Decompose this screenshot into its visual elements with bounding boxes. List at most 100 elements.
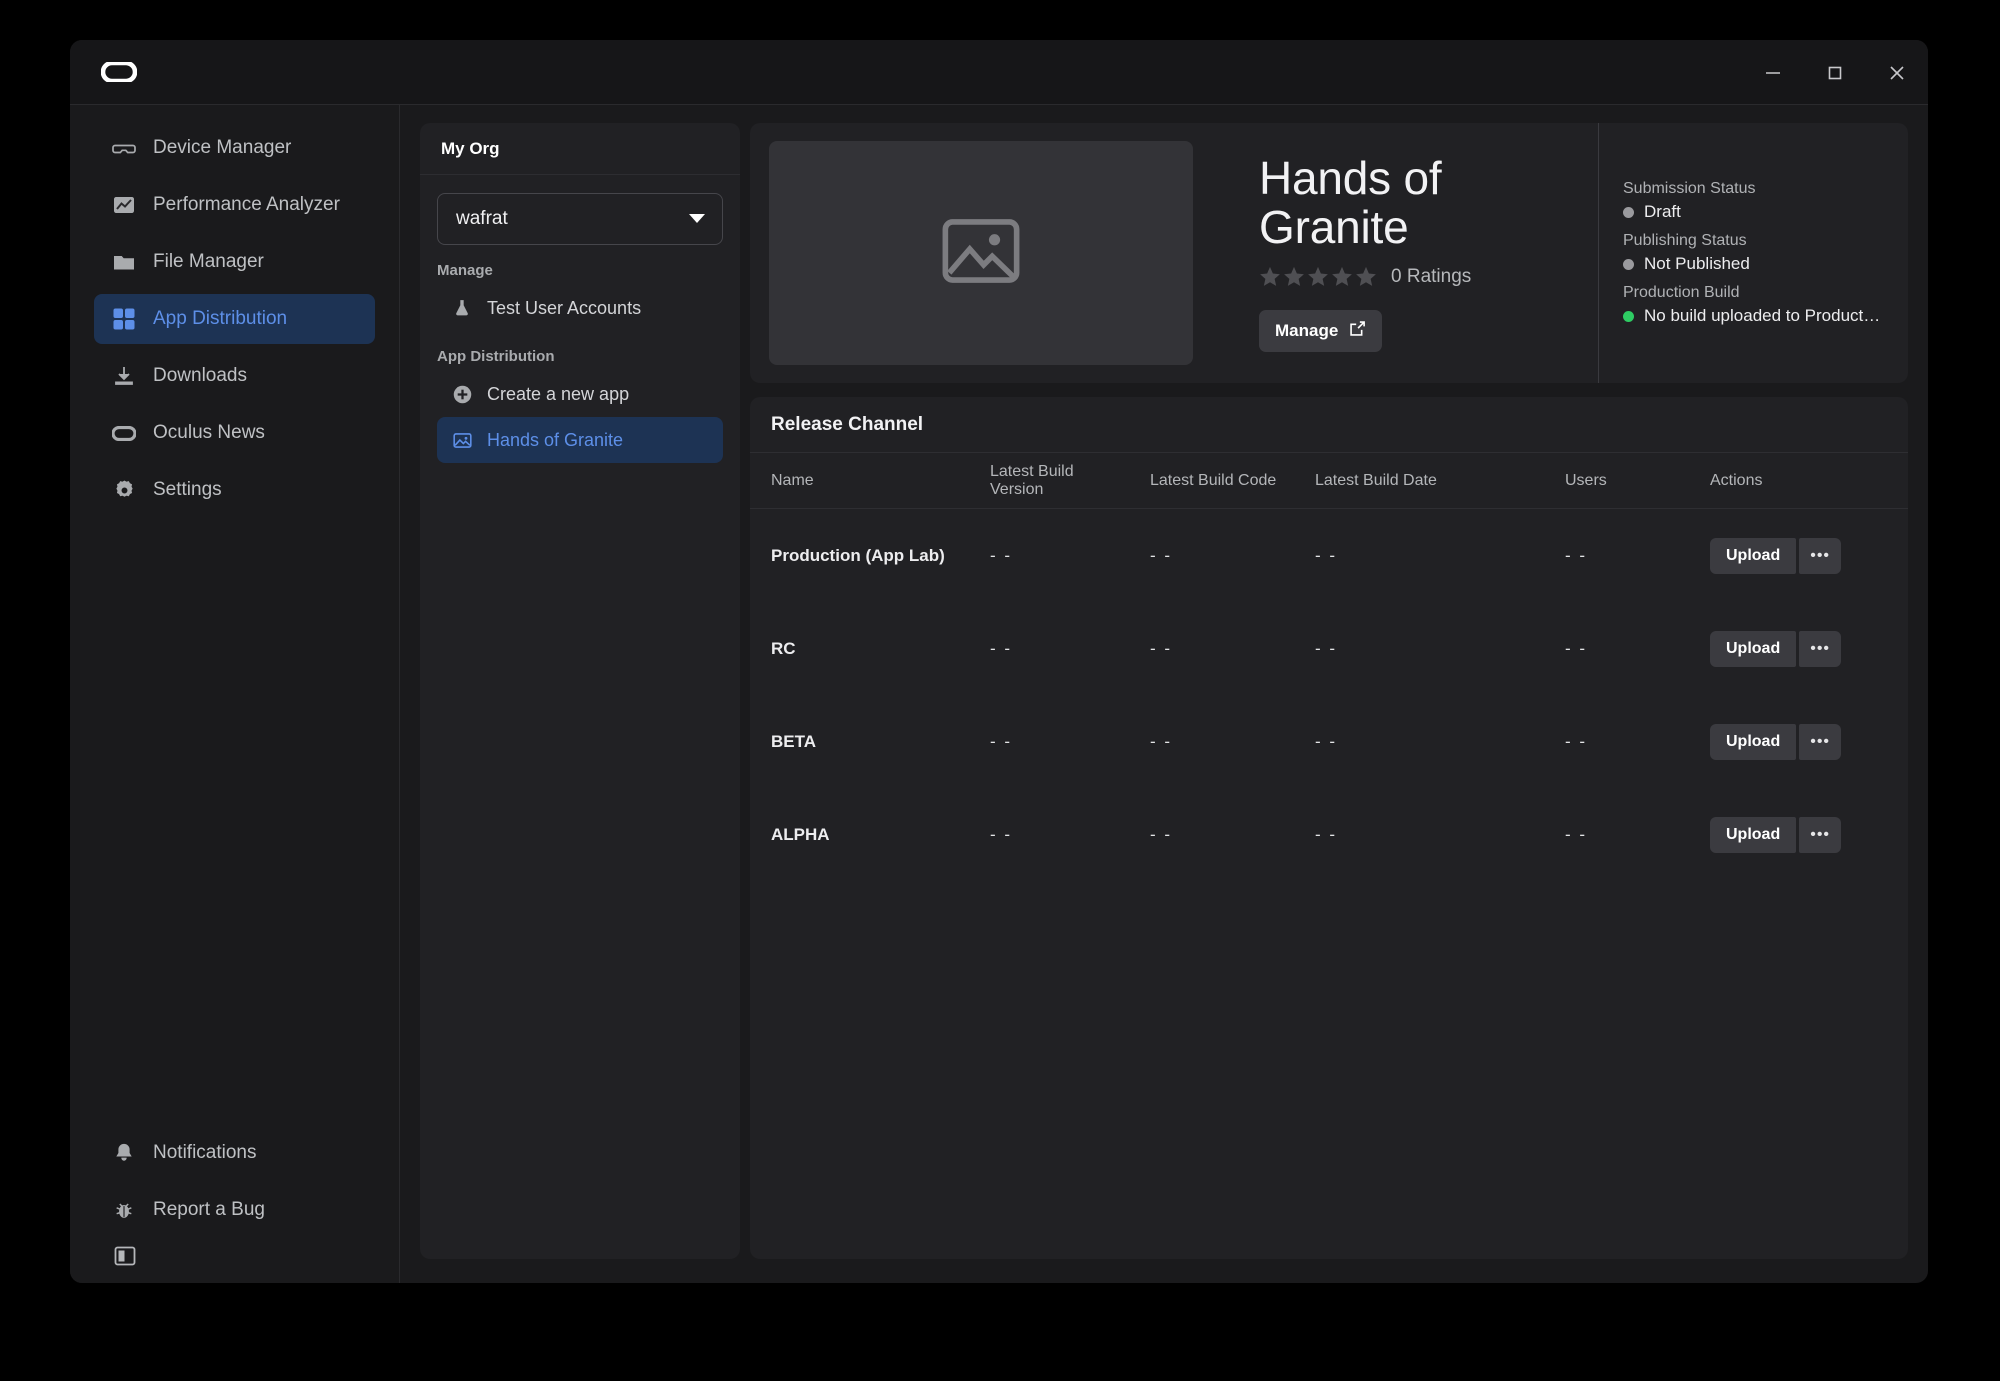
more-options-button[interactable]: ••• [1799, 537, 1842, 574]
upload-button[interactable]: Upload [1710, 630, 1797, 667]
upload-button[interactable]: Upload [1710, 537, 1797, 574]
sidebar-item-oculus-news[interactable]: Oculus News [94, 408, 375, 458]
row-version: - - [990, 731, 1013, 751]
status-text: Draft [1644, 202, 1681, 221]
table-row: RC - - - - - - - - Upload ••• [750, 602, 1908, 695]
status-label: Submission Status [1623, 180, 1756, 197]
sidebar-item-label: Performance Analyzer [153, 194, 340, 215]
sidebar-item-label: Downloads [153, 365, 247, 386]
sidebar-bottom-group: Notifications Report a Bug [70, 1128, 399, 1283]
image-placeholder-icon [941, 218, 1021, 289]
maximize-button[interactable] [1804, 40, 1866, 105]
column-header-version-line1: Latest Build [990, 462, 1074, 480]
column-header-build-date: Latest Build Date [1315, 471, 1437, 489]
org-item-label: Hands of Granite [487, 429, 624, 450]
row-build-code: - - [1150, 638, 1173, 658]
sidebar-item-file-manager[interactable]: File Manager [94, 237, 375, 287]
page-title: Hands of Granite [1259, 152, 1442, 253]
sidebar-item-report-a-bug[interactable]: Report a Bug [94, 1185, 375, 1235]
status-group-production-build: Production Build No build uploaded to Pr… [1623, 284, 1892, 326]
sidebar-item-notifications[interactable]: Notifications [94, 1128, 375, 1178]
row-build-code: - - [1150, 731, 1173, 751]
download-icon [112, 364, 136, 388]
release-channel-title: Release Channel [750, 397, 1908, 453]
title-bar [70, 40, 1928, 105]
grid-icon [112, 307, 136, 331]
row-build-code: - - [1150, 824, 1173, 844]
sidebar-item-label: App Distribution [153, 308, 288, 329]
rating-row: 0 Ratings [1259, 266, 1598, 288]
row-version: - - [990, 824, 1013, 844]
chart-icon [112, 193, 136, 217]
org-item-hands-of-granite[interactable]: Hands of Granite [437, 417, 723, 463]
release-channel-card: Release Channel Name Latest Build Versio… [750, 397, 1908, 1259]
status-badge: Draft [1623, 202, 1892, 222]
close-button[interactable] [1866, 40, 1928, 105]
app-meta: Hands of Granite 0 Ratings Manage [1193, 154, 1598, 352]
oculus-logo [99, 60, 139, 84]
column-header-build-code: Latest Build Code [1150, 471, 1277, 489]
app-thumbnail-placeholder[interactable] [769, 141, 1193, 365]
bell-icon [112, 1141, 136, 1165]
app-header-card: Hands of Granite 0 Ratings Manage Submis… [750, 123, 1908, 383]
sidebar-item-settings[interactable]: Settings [94, 465, 375, 515]
status-text: Not Published [1644, 254, 1750, 273]
upload-button[interactable]: Upload [1710, 816, 1797, 853]
sidebar-item-performance-analyzer[interactable]: Performance Analyzer [94, 180, 375, 230]
more-options-button[interactable]: ••• [1799, 723, 1842, 760]
row-name: ALPHA [771, 824, 830, 844]
manage-button[interactable]: Manage [1259, 309, 1383, 352]
action-button-group: Upload ••• [1710, 723, 1842, 760]
sidebar-item-downloads[interactable]: Downloads [94, 351, 375, 401]
status-dot [1623, 258, 1634, 270]
org-select-value: wafrat [456, 208, 508, 229]
manage-button-label: Manage [1275, 320, 1339, 340]
row-build-date: - - [1315, 638, 1338, 658]
window-body: Device Manager Performance Analyzer File… [70, 105, 1928, 1283]
row-build-date: - - [1315, 731, 1338, 751]
more-options-button[interactable]: ••• [1799, 816, 1842, 853]
row-actions: Upload ••• [1710, 537, 1908, 574]
sidebar-item-label: Oculus News [153, 422, 265, 443]
org-panel: My Org wafrat Manage Test User Accounts [420, 123, 740, 1259]
org-panel-title: My Org [420, 123, 740, 175]
action-button-group: Upload ••• [1710, 816, 1842, 853]
row-actions: Upload ••• [1710, 816, 1908, 853]
status-label: Production Build [1623, 284, 1740, 301]
row-actions: Upload ••• [1710, 723, 1908, 760]
app-distribution-section-label: App Distribution [437, 348, 555, 365]
flask-icon [451, 297, 473, 319]
row-users: - - [1565, 638, 1588, 658]
row-build-code: - - [1150, 545, 1173, 565]
org-panel-wrapper: My Org wafrat Manage Test User Accounts [400, 105, 740, 1283]
org-item-create-a-new-app[interactable]: Create a new app [437, 371, 723, 417]
more-options-button[interactable]: ••• [1799, 630, 1842, 667]
star-rating [1259, 266, 1377, 287]
status-group-publishing: Publishing Status Not Published [1623, 232, 1892, 274]
collapse-panel-icon[interactable] [112, 1243, 138, 1269]
sidebar-item-label: File Manager [153, 251, 264, 272]
table-row: BETA - - - - - - - - Upload ••• [750, 695, 1908, 788]
row-version: - - [990, 638, 1013, 658]
gear-icon [112, 478, 136, 502]
action-button-group: Upload ••• [1710, 630, 1842, 667]
status-text: No build uploaded to Product… [1644, 306, 1881, 325]
main-sidebar: Device Manager Performance Analyzer File… [70, 105, 400, 1283]
table-row: ALPHA - - - - - - - - Upload ••• [750, 788, 1908, 881]
sidebar-item-label: Settings [153, 479, 222, 500]
org-item-test-user-accounts[interactable]: Test User Accounts [437, 285, 723, 331]
sidebar-item-device-manager[interactable]: Device Manager [94, 123, 375, 173]
upload-button[interactable]: Upload [1710, 723, 1797, 760]
chevron-down-icon [688, 208, 706, 230]
app-window: Device Manager Performance Analyzer File… [70, 40, 1928, 1283]
org-select[interactable]: wafrat [437, 193, 723, 245]
sidebar-item-app-distribution[interactable]: App Distribution [94, 294, 375, 344]
minimize-button[interactable] [1742, 40, 1804, 105]
external-link-icon [1349, 320, 1366, 342]
bug-icon [112, 1198, 136, 1222]
status-label: Publishing Status [1623, 232, 1747, 249]
release-channel-table: Name Latest Build Version Latest Build C… [750, 453, 1908, 881]
oculus-icon [112, 421, 136, 445]
main-content: Hands of Granite 0 Ratings Manage Submis… [740, 105, 1928, 1283]
